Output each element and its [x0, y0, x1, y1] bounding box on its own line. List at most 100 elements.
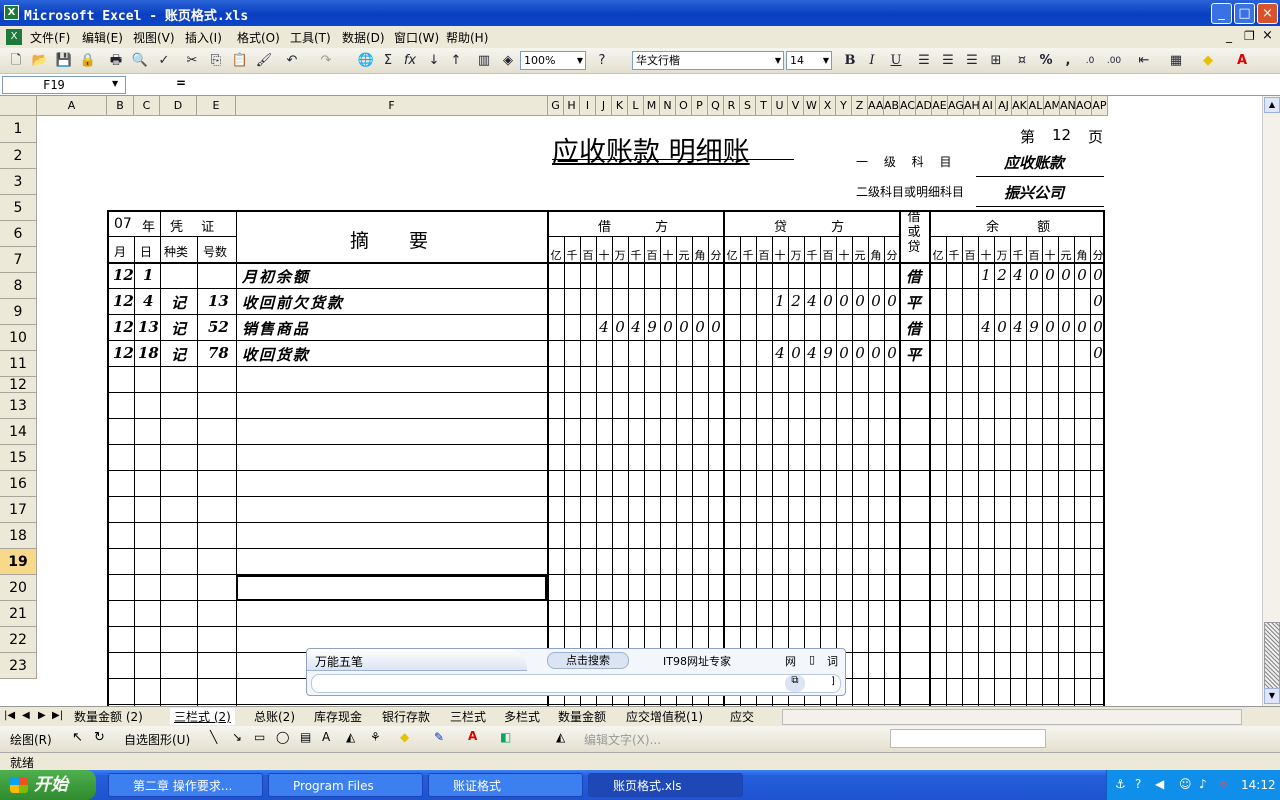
column-header[interactable]: AJ — [996, 96, 1012, 116]
row-header[interactable]: 11 — [0, 351, 37, 377]
font-select[interactable]: 华文行楷 ▼ — [632, 51, 784, 70]
menu-insert[interactable]: 插入(I) — [185, 29, 222, 46]
rotate-icon[interactable]: ↻ — [94, 730, 105, 745]
scroll-thumb[interactable] — [1264, 622, 1280, 690]
column-header[interactable]: C — [134, 96, 160, 116]
tray-help-icon[interactable]: ? — [1135, 777, 1141, 791]
row-header[interactable]: 14 — [0, 419, 37, 445]
3d-style-icon[interactable]: ◧ — [500, 730, 511, 744]
column-header[interactable]: AI — [980, 96, 996, 116]
align-right-icon[interactable]: ☰ — [962, 52, 982, 70]
print-icon[interactable]: 🖶 — [106, 52, 126, 70]
underline-button[interactable]: U — [886, 52, 906, 70]
scroll-down-icon[interactable]: ▼ — [1264, 688, 1280, 704]
menu-window[interactable]: 窗口(W) — [394, 29, 439, 46]
sheet-tab[interactable]: 库存现金 — [314, 708, 362, 725]
doc-minimize-button[interactable]: _ — [1226, 29, 1232, 43]
column-header[interactable]: AH — [964, 96, 980, 116]
indent-icon[interactable]: ⇤ — [1134, 52, 1154, 70]
clipart-icon[interactable]: ⚘ — [370, 730, 381, 744]
doc-close-button[interactable]: × — [1262, 28, 1273, 43]
clock[interactable]: 14:12 — [1241, 778, 1276, 792]
sheet-tab[interactable]: 数量金额 — [558, 708, 606, 725]
tray-user-icon[interactable]: ☺ — [1179, 777, 1192, 791]
column-header[interactable]: H — [564, 96, 580, 116]
fill-color-icon[interactable]: ◆ — [400, 730, 409, 744]
column-header[interactable]: M — [644, 96, 660, 116]
row-header[interactable]: 7 — [0, 247, 37, 273]
hyperlink-icon[interactable]: 🌐 — [356, 52, 376, 70]
column-header[interactable]: L — [628, 96, 644, 116]
sort-ascending-icon[interactable]: ↓ — [424, 52, 444, 70]
taskbar-item-folder[interactable]: 账证格式 — [428, 773, 583, 797]
draw-menu-button[interactable]: 绘图(R) — [10, 731, 52, 748]
name-box[interactable]: F19 — [2, 76, 126, 94]
taskbar-item-word[interactable]: 第二章 操作要求... — [108, 773, 263, 797]
excel-app-icon[interactable]: X — [4, 5, 19, 20]
row-header[interactable]: 23 — [0, 653, 37, 679]
column-header[interactable]: V — [788, 96, 804, 116]
select-all-corner[interactable] — [0, 96, 37, 116]
comma-button[interactable]: , — [1058, 52, 1078, 70]
ime-toolbar[interactable]: 万能五笔 点击搜索 IT98网址专家 网 ▯ 词 ⧉ ] — [306, 648, 846, 696]
sheet-tab[interactable]: 应交 — [730, 708, 754, 725]
column-header[interactable]: A — [37, 96, 107, 116]
column-header[interactable]: Y — [836, 96, 852, 116]
format-painter-icon[interactable]: 🖌 — [254, 52, 274, 70]
column-header[interactable]: E — [197, 96, 236, 116]
first-sheet-icon[interactable]: |◀ — [4, 710, 15, 721]
row-header[interactable]: 13 — [0, 393, 37, 419]
copy-icon[interactable]: ⎘ — [206, 52, 226, 70]
column-header[interactable]: AG — [948, 96, 964, 116]
minimize-button[interactable]: _ — [1211, 3, 1232, 24]
formula-equals[interactable]: = — [176, 76, 186, 90]
row-header[interactable]: 2 — [0, 143, 37, 169]
autosum-icon[interactable]: Σ — [378, 52, 398, 70]
permission-icon[interactable]: 🔒 — [78, 52, 98, 70]
spelling-icon[interactable]: ✓ — [154, 52, 174, 70]
column-header[interactable]: AL — [1028, 96, 1044, 116]
close-button[interactable]: × — [1257, 3, 1278, 24]
ime-input-field[interactable] — [311, 674, 841, 693]
cut-icon[interactable]: ✂ — [182, 52, 202, 70]
scroll-up-icon[interactable]: ▲ — [1264, 97, 1280, 113]
menu-file[interactable]: 文件(F) — [30, 29, 70, 46]
shape-style-select[interactable] — [890, 729, 1046, 748]
sheet-tab[interactable]: 数量金额 (2) — [74, 708, 143, 725]
sheet-tab[interactable]: 多栏式 — [504, 708, 540, 725]
column-header[interactable]: AA — [868, 96, 884, 116]
print-preview-icon[interactable]: 🔍 — [130, 52, 150, 70]
borders-icon[interactable]: ▦ — [1166, 52, 1186, 70]
row-header[interactable]: 17 — [0, 497, 37, 523]
column-header[interactable]: Z — [852, 96, 868, 116]
taskbar-item-excel[interactable]: 账页格式.xls — [588, 773, 743, 797]
column-header[interactable]: AB — [884, 96, 900, 116]
column-header[interactable]: J — [596, 96, 612, 116]
chevron-down-icon[interactable]: ▼ — [112, 79, 118, 88]
prev-sheet-icon[interactable]: ◀ — [22, 710, 30, 721]
textbox-icon[interactable]: ▤ — [300, 730, 311, 744]
row-header[interactable]: 12 — [0, 377, 37, 393]
open-icon[interactable]: 📂 — [30, 52, 50, 70]
wordart-icon[interactable]: A — [322, 730, 330, 744]
ime-expand-icon[interactable]: ] — [831, 676, 835, 687]
menu-view[interactable]: 视图(V) — [133, 29, 175, 46]
sheet-tab[interactable]: 应交增值税(1) — [626, 708, 703, 725]
menu-edit[interactable]: 编辑(E) — [82, 29, 123, 46]
font-color-icon[interactable]: A — [468, 729, 477, 743]
row-header[interactable]: 3 — [0, 169, 37, 195]
decrease-decimal-icon[interactable]: .00 — [1104, 52, 1124, 70]
wordart-insert-icon[interactable]: ◭ — [556, 730, 565, 744]
row-header[interactable]: 10 — [0, 325, 37, 351]
worksheet-grid[interactable]: ABCDEFGHIJKLMNOPQRSTUVWXYZAAABACADAEAFAG… — [0, 96, 1262, 706]
column-header[interactable]: AO — [1076, 96, 1092, 116]
chart-wizard-icon[interactable]: ▥ — [474, 52, 494, 70]
select-objects-icon[interactable]: ↖ — [72, 730, 83, 745]
column-header[interactable]: Q — [708, 96, 724, 116]
row-header[interactable]: 18 — [0, 523, 37, 549]
merge-center-icon[interactable]: ⊞ — [986, 52, 1006, 70]
line-icon[interactable]: ╲ — [210, 730, 217, 744]
undo-icon[interactable]: ↶ — [282, 52, 302, 70]
menu-help[interactable]: 帮助(H) — [446, 29, 488, 46]
maximize-button[interactable]: □ — [1234, 3, 1255, 24]
